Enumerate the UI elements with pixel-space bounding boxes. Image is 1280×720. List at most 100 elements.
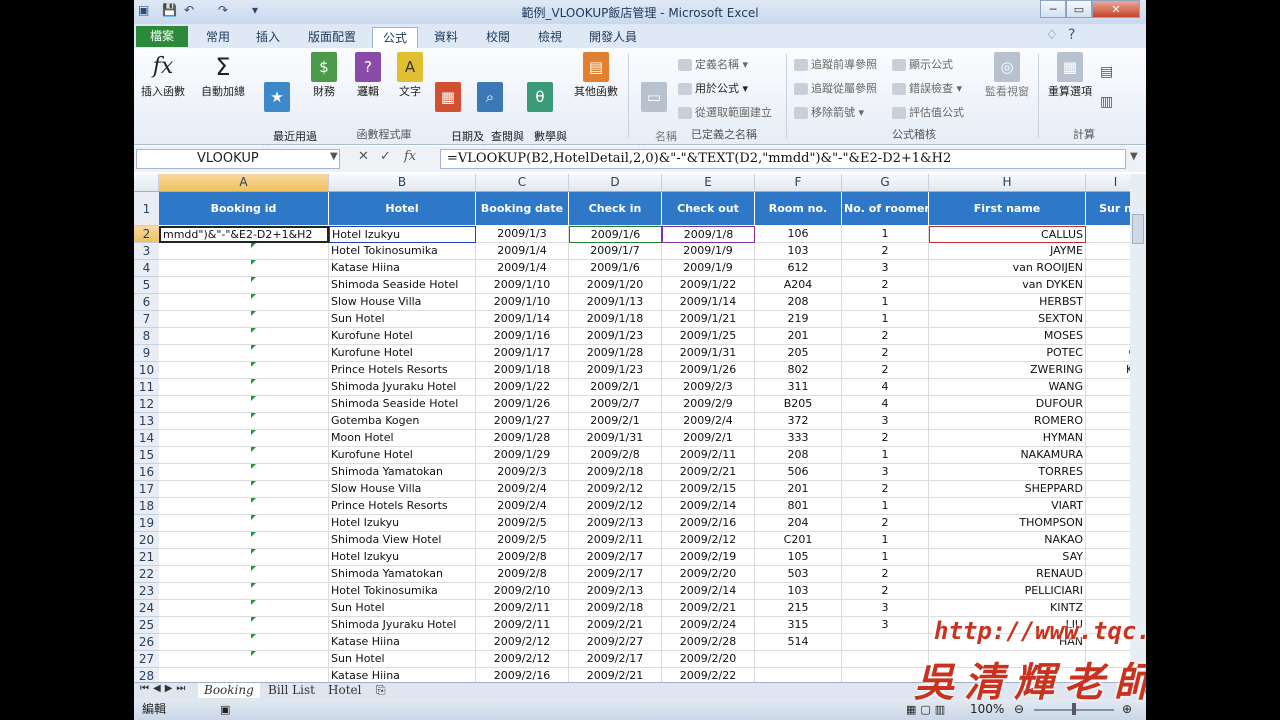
cell-a[interactable] [159, 328, 329, 345]
cell-b[interactable]: Shimoda Yamatokan [329, 566, 476, 583]
cell-i[interactable] [1086, 226, 1130, 243]
cell-a[interactable] [159, 311, 329, 328]
cell-g[interactable]: 2 [842, 583, 929, 600]
cell-c[interactable]: 2009/1/16 [476, 328, 569, 345]
row-header[interactable]: 25 [134, 617, 159, 634]
cell-g[interactable]: 3 [842, 464, 929, 481]
cell-c[interactable]: 2009/2/5 [476, 515, 569, 532]
cell-b[interactable]: Shimoda Jyuraku Hotel [329, 617, 476, 634]
error-indicator-icon[interactable] [251, 328, 256, 333]
cell-i[interactable]: N [1086, 600, 1130, 617]
formula-input[interactable]: =VLOOKUP(B2,HotelDetail,2,0)&"-"&TEXT(D2… [440, 149, 1126, 169]
cell-e[interactable]: 2009/2/14 [662, 498, 755, 515]
cell-b[interactable]: Hotel Tokinosumika [329, 583, 476, 600]
column-header-a[interactable]: A [159, 174, 329, 191]
row-header[interactable]: 27 [134, 651, 159, 668]
cell-h[interactable]: van ROOIJEN [929, 260, 1086, 277]
cell-i[interactable] [1086, 328, 1130, 345]
tab-view[interactable]: 檢視 [530, 27, 570, 48]
cell-f[interactable]: 219 [755, 311, 842, 328]
table-header-cell[interactable]: No. of roomer [842, 192, 929, 226]
tab-developer[interactable]: 開發人員 [582, 27, 644, 48]
cell-a[interactable] [159, 413, 329, 430]
cell-e[interactable]: 2009/1/25 [662, 328, 755, 345]
cell-h[interactable]: CALLUS [929, 226, 1086, 243]
cell-h[interactable]: PELLICIARI [929, 583, 1086, 600]
name-box[interactable]: VLOOKUP [136, 149, 340, 169]
cell-b[interactable]: Prince Hotels Resorts [329, 498, 476, 515]
column-header-i[interactable]: I [1086, 174, 1130, 191]
column-header-d[interactable]: D [569, 174, 662, 191]
cell-b[interactable]: Moon Hotel [329, 430, 476, 447]
cell-i[interactable]: N [1086, 583, 1130, 600]
cell-f[interactable]: 333 [755, 430, 842, 447]
cell-h[interactable]: SAY [929, 549, 1086, 566]
vertical-scrollbar[interactable] [1130, 174, 1146, 682]
cell-e[interactable]: 2009/2/9 [662, 396, 755, 413]
cell-e[interactable]: 2009/2/16 [662, 515, 755, 532]
error-indicator-icon[interactable] [251, 600, 256, 605]
logical-button[interactable]: ? 邏輯 [348, 52, 388, 99]
cell-a[interactable] [159, 651, 329, 668]
cell-a[interactable] [159, 243, 329, 260]
cell-a[interactable] [159, 515, 329, 532]
calculate-sheet-icon[interactable]: ▥ [1100, 94, 1113, 110]
table-header-cell[interactable]: Room no. [755, 192, 842, 226]
cell-i[interactable] [1086, 430, 1130, 447]
error-checking-button[interactable]: 錯誤檢查 ▾ [892, 80, 962, 98]
cell-h[interactable]: VIART [929, 498, 1086, 515]
cell-e[interactable]: 2009/1/9 [662, 260, 755, 277]
help-icon[interactable]: ? [1068, 27, 1075, 43]
select-all-corner[interactable] [134, 174, 159, 191]
cell-h[interactable]: DUFOUR [929, 396, 1086, 413]
cell-f[interactable] [755, 651, 842, 668]
show-formulas-button[interactable]: 顯示公式 [892, 56, 953, 74]
row-header[interactable]: 14 [134, 430, 159, 447]
autosum-button[interactable]: Σ 自動加總 [198, 52, 248, 99]
cell-f[interactable]: 612 [755, 260, 842, 277]
cell-g[interactable]: 2 [842, 362, 929, 379]
cell-a[interactable] [159, 277, 329, 294]
error-indicator-icon[interactable] [251, 515, 256, 520]
cell-c[interactable]: 2009/1/18 [476, 362, 569, 379]
cell-a[interactable] [159, 430, 329, 447]
cell-i[interactable] [1086, 498, 1130, 515]
cell-h[interactable]: SEXTON [929, 311, 1086, 328]
define-name-button[interactable]: 定義名稱 ▾ [678, 56, 748, 74]
cell-b[interactable]: Kurofune Hotel [329, 345, 476, 362]
cell-i[interactable] [1086, 379, 1130, 396]
error-indicator-icon[interactable] [251, 311, 256, 316]
cell-g[interactable]: 1 [842, 447, 929, 464]
error-indicator-icon[interactable] [251, 413, 256, 418]
minimize-button[interactable]: ─ [1040, 0, 1066, 18]
error-indicator-icon[interactable] [251, 532, 256, 537]
tab-file[interactable]: 檔案 [136, 26, 188, 47]
cell-a[interactable] [159, 566, 329, 583]
cell-g[interactable]: 4 [842, 396, 929, 413]
cell-d[interactable]: 2009/2/12 [569, 498, 662, 515]
cell-f[interactable]: 201 [755, 328, 842, 345]
error-indicator-icon[interactable] [251, 362, 256, 367]
cell-b[interactable]: Hotel Izukyu [329, 549, 476, 566]
column-header-e[interactable]: E [662, 174, 755, 191]
error-indicator-icon[interactable] [251, 260, 256, 265]
cell-c[interactable]: 2009/2/8 [476, 566, 569, 583]
cell-d[interactable]: 2009/2/13 [569, 583, 662, 600]
cell-b[interactable]: Sun Hotel [329, 600, 476, 617]
cell-h[interactable]: JAYME [929, 243, 1086, 260]
cell-h[interactable]: RENAUD [929, 566, 1086, 583]
cell-a[interactable] [159, 498, 329, 515]
cell-d[interactable]: 2009/1/13 [569, 294, 662, 311]
tab-data[interactable]: 資料 [426, 27, 466, 48]
new-sheet-icon[interactable]: ⎘ [370, 683, 392, 698]
row-header[interactable]: 7 [134, 311, 159, 328]
cell-i[interactable] [1086, 566, 1130, 583]
row-header[interactable]: 17 [134, 481, 159, 498]
cell-c[interactable]: 2009/1/29 [476, 447, 569, 464]
cell-b[interactable]: Katase Hiina [329, 634, 476, 651]
cell-g[interactable]: 2 [842, 430, 929, 447]
cell-b[interactable]: Kurofune Hotel [329, 328, 476, 345]
cell-c[interactable]: 2009/1/14 [476, 311, 569, 328]
cell-c[interactable]: 2009/1/10 [476, 294, 569, 311]
cell-c[interactable]: 2009/1/27 [476, 413, 569, 430]
